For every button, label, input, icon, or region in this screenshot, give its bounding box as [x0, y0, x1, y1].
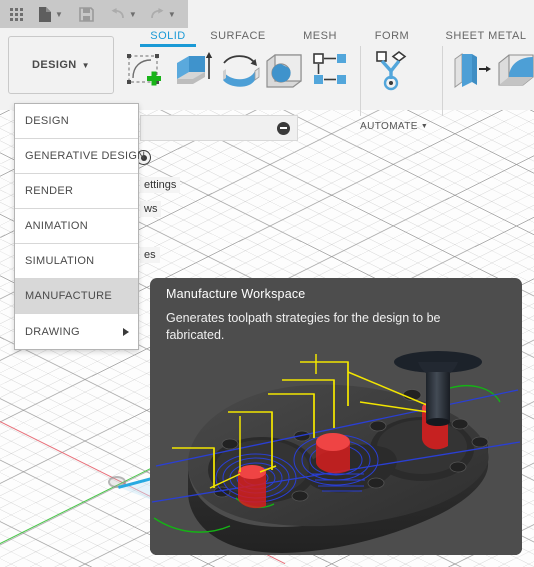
workspace-switcher-label: DESIGN	[32, 59, 77, 71]
browser-item-bodies[interactable]: es	[140, 247, 160, 263]
workspace-switcher-button[interactable]: DESIGN ▼	[8, 36, 114, 94]
app-grid-button[interactable]	[6, 2, 27, 26]
pattern-command[interactable]	[310, 48, 354, 92]
workspace-dropdown-menu: DESIGN GENERATIVE DESIGN RENDER ANIMATIO…	[14, 103, 145, 350]
tab-surface[interactable]: SURFACE	[198, 30, 278, 42]
extrude-command[interactable]	[170, 48, 214, 92]
file-icon	[38, 6, 52, 23]
automate-command[interactable]	[368, 48, 414, 92]
tooltip-title: Manufacture Workspace	[166, 287, 306, 301]
workspace-tooltip: Manufacture Workspace Generates toolpath…	[150, 278, 522, 555]
tab-sheet-metal-label: SHEET METAL	[445, 30, 527, 42]
cam-toolpath-preview	[150, 350, 522, 555]
flange-command[interactable]	[450, 48, 494, 92]
chevron-down-icon: ▼	[128, 9, 137, 19]
chevron-down-icon: ▼	[81, 60, 90, 70]
tab-form-label: FORM	[374, 30, 410, 42]
save-icon	[79, 6, 94, 22]
tooltip-description: Generates toolpath strategies for the de…	[166, 311, 441, 342]
chevron-down-icon: ▼	[167, 9, 176, 19]
create-sketch-icon	[127, 54, 161, 86]
pattern-icon	[313, 53, 346, 84]
hole-command[interactable]	[262, 48, 306, 92]
menu-item-design[interactable]: DESIGN	[15, 104, 138, 139]
extrude-icon	[177, 52, 213, 84]
chevron-down-icon: ▼	[420, 123, 429, 130]
undo-button[interactable]: ▼	[107, 2, 140, 26]
flange-icon	[454, 53, 491, 88]
ribbon: DESIGN ▼ SOLID SURFACE MESH FORM SHEET M…	[0, 28, 534, 132]
redo-icon	[149, 7, 165, 21]
menu-item-render[interactable]: RENDER	[15, 174, 138, 209]
tab-solid-label: SOLID	[150, 30, 186, 42]
menu-item-simulation[interactable]: SIMULATION	[15, 244, 138, 279]
submenu-arrow-icon	[123, 327, 129, 336]
tab-surface-label: SURFACE	[210, 30, 266, 42]
tab-solid[interactable]: SOLID	[140, 30, 196, 47]
ribbon-tab-strip: SOLID SURFACE MESH FORM SHEET METAL	[120, 30, 534, 50]
menu-item-generative-design[interactable]: GENERATIVE DESIGN	[15, 139, 145, 174]
undo-icon	[110, 7, 126, 21]
application-bar-left-group: ▼ ▼ ▼	[0, 0, 188, 28]
revolve-icon	[223, 55, 260, 87]
chevron-down-icon: ▼	[55, 9, 63, 19]
file-menu-button[interactable]: ▼	[35, 2, 66, 26]
sheet-metal-solid-icon	[498, 54, 534, 86]
menu-item-animation[interactable]: ANIMATION	[15, 209, 138, 244]
browser-item-named-views[interactable]: ws	[140, 201, 162, 217]
redo-button[interactable]: ▼	[146, 2, 179, 26]
app-grid-icon	[9, 7, 24, 22]
tab-mesh[interactable]: MESH	[292, 30, 348, 42]
sheet-metal-solid-command[interactable]	[494, 48, 534, 92]
menu-item-manufacture[interactable]: MANUFACTURE	[15, 279, 138, 314]
browser-item-document-settings[interactable]: ettings	[140, 177, 181, 193]
panel-separator	[360, 46, 361, 116]
revolve-command[interactable]	[218, 48, 262, 92]
application-bar: ▼ ▼ ▼	[0, 0, 534, 28]
tab-form[interactable]: FORM	[364, 30, 420, 42]
tab-mesh-label: MESH	[303, 30, 337, 42]
fusion-window: ▼ ▼ ▼ DESIGN ▼ SOLID SURFACE MESH FORM S…	[0, 0, 534, 567]
browser-panel-header	[140, 115, 298, 141]
save-button[interactable]	[76, 2, 97, 26]
create-sketch-command[interactable]	[124, 48, 166, 92]
automate-panel-label[interactable]: AUTOMATE ▼	[360, 121, 428, 132]
automate-icon	[376, 51, 407, 91]
tab-sheet-metal[interactable]: SHEET METAL	[438, 30, 534, 42]
panel-separator-2	[442, 46, 443, 116]
collapse-icon[interactable]	[277, 121, 290, 135]
menu-item-drawing[interactable]: DRAWING	[15, 314, 138, 349]
hole-icon	[266, 54, 302, 88]
